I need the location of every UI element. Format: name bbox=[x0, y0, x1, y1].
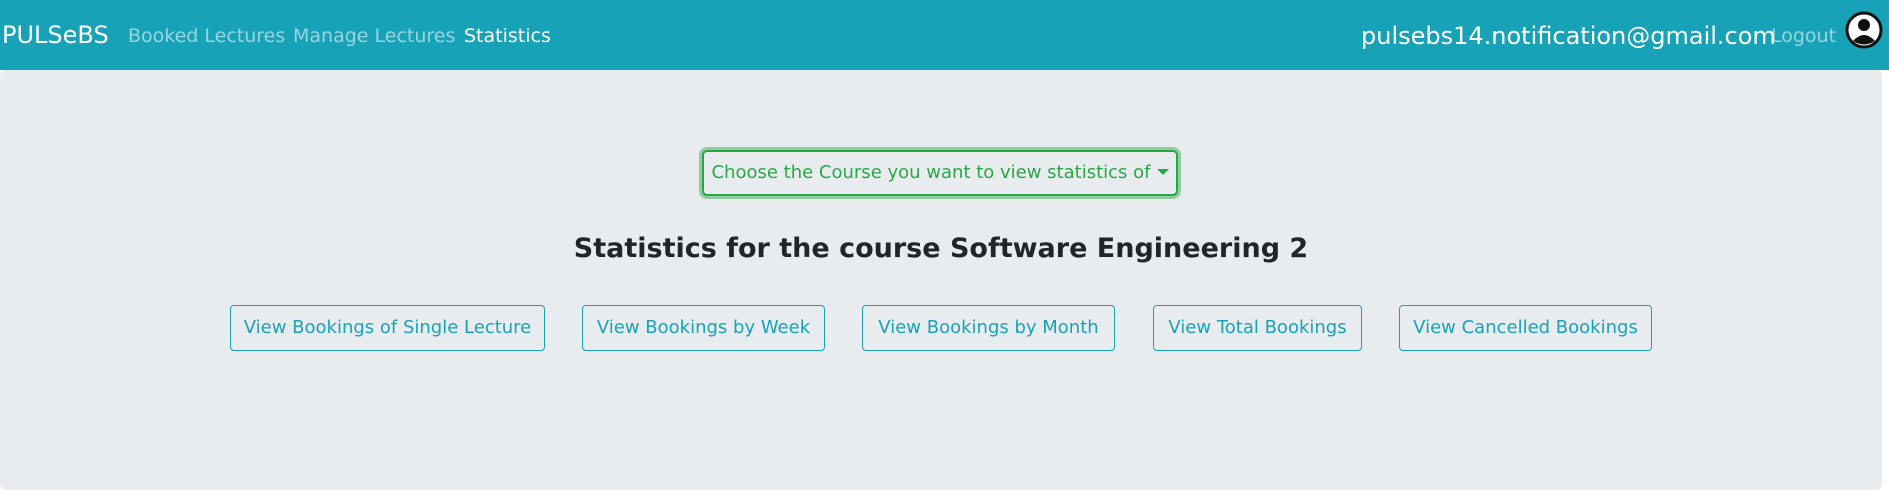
course-dropdown[interactable]: Choose the Course you want to view stati… bbox=[702, 150, 1178, 196]
course-dropdown-label: Choose the Course you want to view stati… bbox=[711, 162, 1151, 183]
nav-link-booked-lectures[interactable]: Booked Lectures bbox=[128, 23, 285, 49]
user-circle-icon[interactable] bbox=[1844, 10, 1884, 50]
logout-link[interactable]: Logout bbox=[1771, 23, 1836, 49]
brand[interactable]: PULSeBS bbox=[2, 18, 109, 52]
nav-link-manage-lectures[interactable]: Manage Lectures bbox=[293, 23, 455, 49]
view-by-week-button[interactable]: View Bookings by Week bbox=[582, 305, 825, 351]
page-title: Statistics for the course Software Engin… bbox=[573, 233, 1309, 264]
caret-down-icon bbox=[1156, 169, 1169, 175]
view-by-month-button[interactable]: View Bookings by Month bbox=[862, 305, 1115, 351]
user-email: pulsebs14.notification@gmail.com bbox=[1361, 22, 1776, 50]
view-total-bookings-button[interactable]: View Total Bookings bbox=[1153, 305, 1362, 351]
nav-link-statistics[interactable]: Statistics bbox=[464, 23, 551, 49]
view-single-lecture-button[interactable]: View Bookings of Single Lecture bbox=[230, 305, 545, 351]
view-cancelled-bookings-button[interactable]: View Cancelled Bookings bbox=[1399, 305, 1652, 351]
statistics-panel bbox=[0, 70, 1882, 490]
navbar: PULSeBS Booked Lectures Manage Lectures … bbox=[0, 0, 1889, 70]
